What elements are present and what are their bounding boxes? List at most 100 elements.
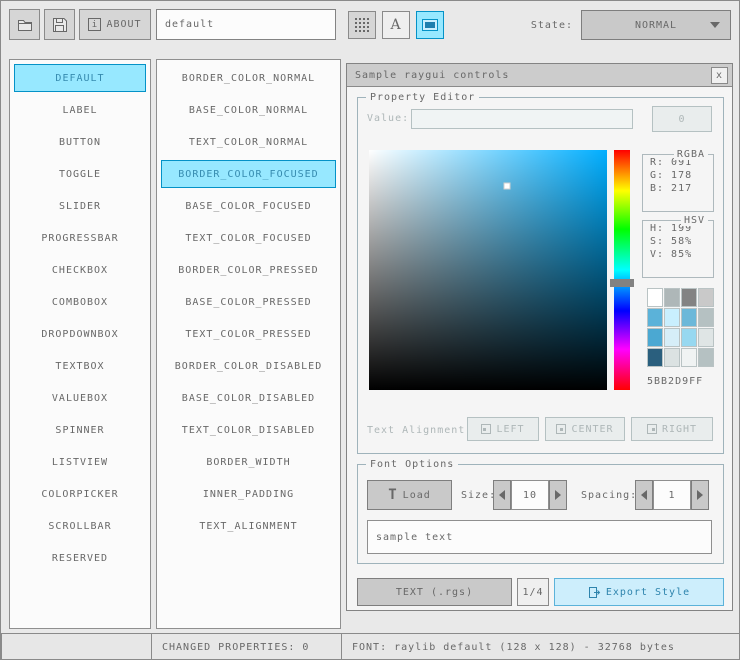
property-item-border-color-normal[interactable]: BORDER_COLOR_NORMAL bbox=[161, 64, 336, 92]
align-center-button[interactable]: CENTER bbox=[545, 417, 625, 441]
value-button-label: 0 bbox=[678, 113, 686, 125]
property-item-border-color-focused[interactable]: BORDER_COLOR_FOCUSED bbox=[161, 160, 336, 188]
palette-swatch[interactable] bbox=[664, 328, 680, 347]
palette-swatch[interactable] bbox=[681, 308, 697, 327]
font-spacing-increase-button[interactable] bbox=[691, 480, 709, 510]
palette-swatch[interactable] bbox=[647, 308, 663, 327]
property-item-base-color-pressed[interactable]: BASE_COLOR_PRESSED bbox=[161, 288, 336, 316]
controls-list-item-textbox[interactable]: TEXTBOX bbox=[14, 352, 146, 380]
properties-list: BORDER_COLOR_NORMAL BASE_COLOR_NORMAL TE… bbox=[156, 59, 341, 629]
controls-list-item-checkbox[interactable]: CHECKBOX bbox=[14, 256, 146, 284]
export-page-label: 1/4 bbox=[522, 586, 544, 598]
align-right-button[interactable]: RIGHT bbox=[631, 417, 713, 441]
close-icon: x bbox=[715, 69, 724, 81]
font-spacing-decrease-button[interactable] bbox=[635, 480, 653, 510]
font-spacing-value[interactable]: 1 bbox=[653, 480, 691, 510]
controls-list-item-spinner[interactable]: SPINNER bbox=[14, 416, 146, 444]
align-left-button[interactable]: LEFT bbox=[467, 417, 539, 441]
palette-swatch[interactable] bbox=[647, 328, 663, 347]
state-dropdown[interactable]: NORMAL bbox=[581, 10, 731, 40]
palette-swatch[interactable] bbox=[698, 328, 714, 347]
controls-list-item-label[interactable]: LABEL bbox=[14, 96, 146, 124]
controls-list-item-dropdownbox[interactable]: DROPDOWNBOX bbox=[14, 320, 146, 348]
sample-controls-window: Sample raygui controls x Property Editor… bbox=[346, 63, 733, 611]
export-style-button[interactable]: Export Style bbox=[554, 578, 724, 606]
property-item-text-color-normal[interactable]: TEXT_COLOR_NORMAL bbox=[161, 128, 336, 156]
palette-swatch[interactable] bbox=[647, 288, 663, 307]
hue-slider[interactable] bbox=[610, 150, 634, 390]
controls-list-item-default[interactable]: DEFAULT bbox=[14, 64, 146, 92]
hsv-v-value: V: 85% bbox=[650, 249, 693, 260]
font-editor-button[interactable]: A bbox=[382, 11, 410, 39]
controls-list: DEFAULT LABEL BUTTON TOGGLE SLIDER PROGR… bbox=[9, 59, 151, 629]
controls-list-item-slider[interactable]: SLIDER bbox=[14, 192, 146, 220]
property-item-base-color-normal[interactable]: BASE_COLOR_NORMAL bbox=[161, 96, 336, 124]
property-item-text-color-disabled[interactable]: TEXT_COLOR_DISABLED bbox=[161, 416, 336, 444]
font-load-button[interactable]: T Load bbox=[367, 480, 452, 510]
property-item-text-color-focused[interactable]: TEXT_COLOR_FOCUSED bbox=[161, 224, 336, 252]
palette-swatch[interactable] bbox=[681, 348, 697, 367]
controls-list-item-toggle[interactable]: TOGGLE bbox=[14, 160, 146, 188]
font-sample-textbox[interactable]: sample text bbox=[367, 520, 712, 554]
align-center-label: CENTER bbox=[571, 423, 614, 435]
controls-list-item-valuebox[interactable]: VALUEBOX bbox=[14, 384, 146, 412]
controls-list-item-colorpicker[interactable]: COLORPICKER bbox=[14, 480, 146, 508]
grid-icon bbox=[355, 18, 369, 32]
sv-cursor[interactable] bbox=[503, 182, 511, 190]
palette-swatch[interactable] bbox=[681, 328, 697, 347]
controls-list-item-combobox[interactable]: COMBOBOX bbox=[14, 288, 146, 316]
palette-swatch[interactable] bbox=[698, 308, 714, 327]
palette-swatch[interactable] bbox=[664, 308, 680, 327]
align-left-label: LEFT bbox=[496, 423, 525, 435]
palette-swatch[interactable] bbox=[664, 348, 680, 367]
property-item-border-color-disabled[interactable]: BORDER_COLOR_DISABLED bbox=[161, 352, 336, 380]
value-input[interactable] bbox=[411, 109, 633, 129]
control-box-icon bbox=[422, 19, 438, 31]
controls-list-item-progressbar[interactable]: PROGRESSBAR bbox=[14, 224, 146, 252]
palette-swatch[interactable] bbox=[664, 288, 680, 307]
palette-swatch[interactable] bbox=[698, 288, 714, 307]
window-titlebar[interactable]: Sample raygui controls x bbox=[347, 64, 732, 87]
about-button[interactable]: i ABOUT bbox=[79, 9, 151, 40]
close-button[interactable]: x bbox=[711, 66, 728, 84]
align-right-label: RIGHT bbox=[661, 423, 698, 435]
style-editor-button[interactable] bbox=[416, 11, 444, 39]
property-item-text-alignment[interactable]: TEXT_ALIGNMENT bbox=[161, 512, 336, 540]
value-button[interactable]: 0 bbox=[652, 106, 712, 132]
align-left-icon bbox=[481, 424, 492, 434]
controls-list-item-listview[interactable]: LISTVIEW bbox=[14, 448, 146, 476]
color-saturation-value-picker[interactable] bbox=[369, 150, 607, 390]
font-size-value[interactable]: 10 bbox=[511, 480, 549, 510]
controls-list-item-reserved[interactable]: RESERVED bbox=[14, 544, 146, 572]
property-item-border-width[interactable]: BORDER_WIDTH bbox=[161, 448, 336, 476]
statusbar-changed-properties: CHANGED PROPERTIES: 0 bbox=[151, 633, 342, 659]
property-item-base-color-focused[interactable]: BASE_COLOR_FOCUSED bbox=[161, 192, 336, 220]
font-info-text: FONT: raylib default (128 x 128) - 32768… bbox=[352, 641, 675, 653]
palette-swatch[interactable] bbox=[698, 348, 714, 367]
font-size-increase-button[interactable] bbox=[549, 480, 567, 510]
property-item-border-color-pressed[interactable]: BORDER_COLOR_PRESSED bbox=[161, 256, 336, 284]
align-right-icon bbox=[646, 424, 657, 434]
property-item-base-color-disabled[interactable]: BASE_COLOR_DISABLED bbox=[161, 384, 336, 412]
table-view-button[interactable] bbox=[348, 11, 376, 39]
export-format-button[interactable]: TEXT (.rgs) bbox=[357, 578, 512, 606]
property-item-inner-padding[interactable]: INNER_PADDING bbox=[161, 480, 336, 508]
font-sample-text: sample text bbox=[376, 531, 454, 543]
font-spacing-label: Spacing: bbox=[581, 490, 638, 501]
text-alignment-label: Text Alignment: bbox=[367, 425, 473, 436]
save-style-button[interactable] bbox=[44, 9, 75, 40]
font-size-decrease-button[interactable] bbox=[493, 480, 511, 510]
export-page-button[interactable]: 1/4 bbox=[517, 578, 549, 606]
controls-list-item-scrollbar[interactable]: SCROLLBAR bbox=[14, 512, 146, 540]
palette-swatch[interactable] bbox=[681, 288, 697, 307]
palette-swatch[interactable] bbox=[647, 348, 663, 367]
chevron-left-icon bbox=[641, 490, 647, 500]
hsv-group: HSV H: 199 S: 58% V: 85% bbox=[642, 215, 714, 278]
load-style-button[interactable] bbox=[9, 9, 40, 40]
font-size-value-text: 10 bbox=[522, 489, 538, 501]
floppy-disk-icon bbox=[52, 17, 67, 32]
controls-list-item-button[interactable]: BUTTON bbox=[14, 128, 146, 156]
hue-slider-handle[interactable] bbox=[610, 278, 634, 287]
style-name-input[interactable] bbox=[156, 9, 336, 40]
property-item-text-color-pressed[interactable]: TEXT_COLOR_PRESSED bbox=[161, 320, 336, 348]
